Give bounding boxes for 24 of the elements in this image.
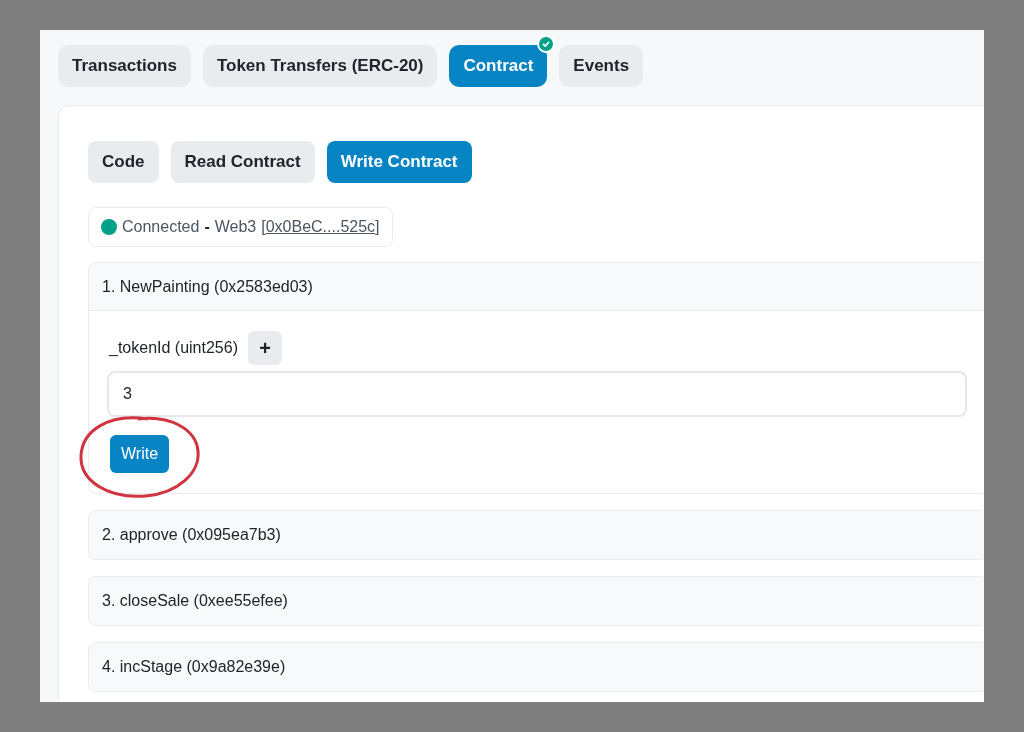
bracket: ] xyxy=(375,217,380,237)
tab[interactable]: Contract xyxy=(449,45,548,87)
function-header[interactable]: 2. approve (0x095ea7b3) xyxy=(89,511,984,559)
function-title: 4. incStage (0x9a82e39e) xyxy=(102,657,286,677)
input-field[interactable]: 3 xyxy=(107,371,967,417)
function-header[interactable]: 3. closeSale (0xee55efee) xyxy=(89,577,984,625)
sub-tab[interactable]: Code xyxy=(88,141,159,183)
write-button[interactable]: Write xyxy=(110,435,170,473)
function-title: 2. approve (0x095ea7b3) xyxy=(102,525,281,545)
status-text: Connected xyxy=(122,217,200,237)
add-button[interactable]: + xyxy=(248,331,282,365)
parameter-label: _tokenId (uint256) xyxy=(107,338,238,358)
sub-tab[interactable]: Read Contract xyxy=(170,141,315,183)
function-title: 3. closeSale (0xee55efee) xyxy=(102,591,288,611)
function-header[interactable]: 1. NewPainting (0x2583ed03) xyxy=(89,263,984,311)
sub-tab[interactable]: Write Contract xyxy=(326,141,472,183)
provider-name: Web3 xyxy=(214,217,257,237)
tab[interactable]: Token Transfers (ERC-20) xyxy=(202,45,438,87)
separator: - xyxy=(204,217,210,237)
function-title: 1. NewPainting (0x2583ed03) xyxy=(102,276,313,297)
tab[interactable]: Transactions xyxy=(58,45,191,87)
function-header[interactable]: 4. incStage (0x9a82e39e) xyxy=(89,643,984,691)
tab[interactable]: Events xyxy=(559,45,644,87)
bracket: [ xyxy=(261,217,266,237)
